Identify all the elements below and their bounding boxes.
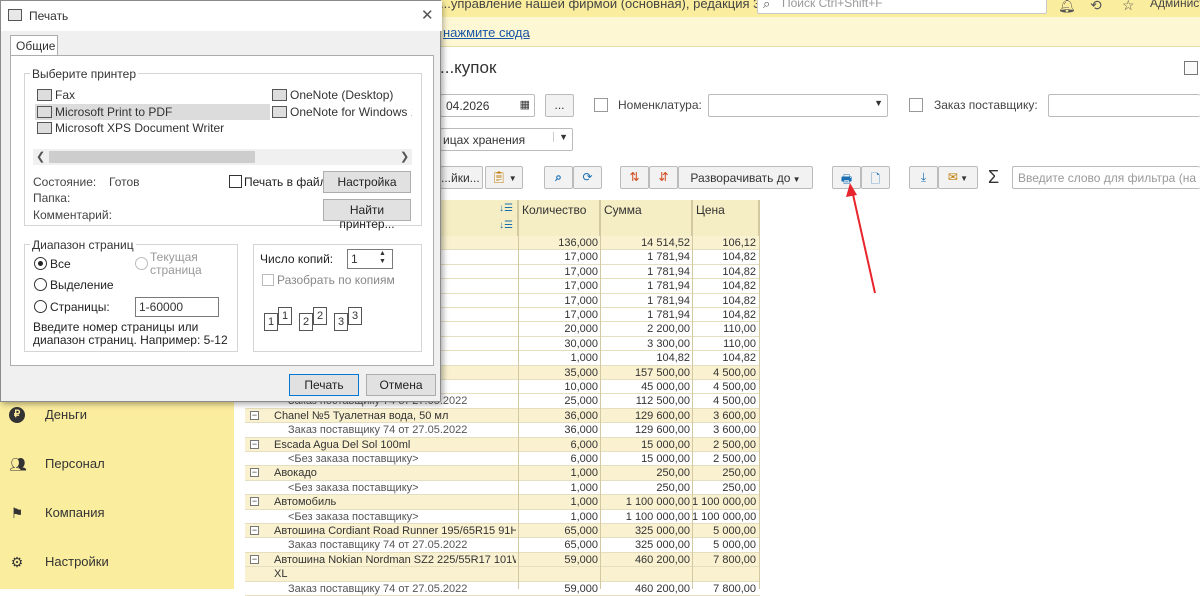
print-to-file-checkbox[interactable] xyxy=(229,175,242,188)
print-dialog: Печать ✕ Общие Выберите принтер Fax Micro… xyxy=(0,0,442,402)
printer-name: Microsoft Print to PDF xyxy=(55,104,173,119)
collate-page-icon: 3 xyxy=(334,313,348,331)
range-all-radio[interactable] xyxy=(34,257,47,270)
comment-label: Комментарий: xyxy=(33,208,112,222)
printer-icon xyxy=(37,89,52,101)
arrow-line xyxy=(851,189,876,294)
arrow-head xyxy=(846,183,857,197)
dialog-title-bar: Печать ✕ xyxy=(1,1,442,31)
range-selection-radio[interactable] xyxy=(34,278,47,291)
cancel-button[interactable]: Отмена xyxy=(366,374,436,396)
printer-icon xyxy=(272,89,287,101)
printer-icon xyxy=(37,122,52,134)
collate-page-icon: 2 xyxy=(313,307,327,325)
arrow-left-icon[interactable]: ❮ xyxy=(36,150,45,163)
collate-checkbox xyxy=(262,274,274,286)
find-printer-button[interactable]: Найти принтер... xyxy=(323,199,411,231)
printer-item[interactable]: Microsoft XPS Document Writer xyxy=(35,120,270,136)
printer-icon xyxy=(272,105,287,118)
range-pages-label[interactable]: Страницы: xyxy=(50,300,110,314)
scrollbar-thumb[interactable] xyxy=(49,151,255,163)
printer-name: Fax xyxy=(55,88,76,102)
copies-label: Число копий: xyxy=(260,252,334,266)
pages-input[interactable]: 1-60000 xyxy=(135,297,219,317)
copies-input[interactable]: 1 xyxy=(347,249,393,269)
printer-icon xyxy=(8,9,22,21)
status-value: Готов xyxy=(109,175,140,189)
page-range-label: Диапазон страниц xyxy=(30,238,136,252)
printer-item[interactable]: Microsoft Print to PDF xyxy=(35,103,270,120)
dialog-title: Печать xyxy=(29,9,69,23)
print-confirm-button[interactable]: Печать xyxy=(289,374,359,396)
printer-list-scrollbar[interactable]: ❮ ❯ xyxy=(33,149,412,165)
arrow-right-icon[interactable]: ❯ xyxy=(400,150,409,163)
printer-name: Microsoft XPS Document Writer xyxy=(55,121,225,135)
printer-icon xyxy=(37,105,52,118)
close-icon[interactable]: ✕ xyxy=(421,6,434,24)
range-hint: Введите номер страницы или диапазон стра… xyxy=(33,320,228,347)
print-to-file-label[interactable]: Печать в файл xyxy=(244,175,327,189)
tab-general[interactable]: Общие xyxy=(10,35,58,56)
collate-label: Разобрать по копиям xyxy=(277,273,395,287)
setup-button[interactable]: Настройка xyxy=(323,171,411,193)
range-current-radio xyxy=(135,257,148,270)
copies-spinner[interactable]: ▲ ▼ xyxy=(379,250,386,266)
printer-name: OneNote for Windows 10 xyxy=(290,104,412,119)
collate-page-icon: 2 xyxy=(299,313,313,331)
collate-page-icon: 1 xyxy=(264,313,278,331)
printer-item[interactable]: Fax xyxy=(35,87,270,103)
range-selection-label[interactable]: Выделение xyxy=(50,278,114,292)
range-current-label: Текущая страница xyxy=(150,250,202,277)
collate-page-icon: 3 xyxy=(348,307,362,325)
range-pages-radio[interactable] xyxy=(34,300,47,313)
collate-page-icon: 1 xyxy=(278,307,292,325)
folder-label: Папка: xyxy=(33,191,71,205)
range-all-label[interactable]: Все xyxy=(50,257,71,271)
status-label: Состояние: xyxy=(33,175,97,189)
printer-name: OneNote (Desktop) xyxy=(290,88,394,102)
printer-item[interactable]: OneNote for Windows 10 xyxy=(270,104,412,120)
select-printer-label: Выберите принтер xyxy=(30,67,138,81)
printer-item[interactable]: OneNote (Desktop) xyxy=(270,87,412,103)
